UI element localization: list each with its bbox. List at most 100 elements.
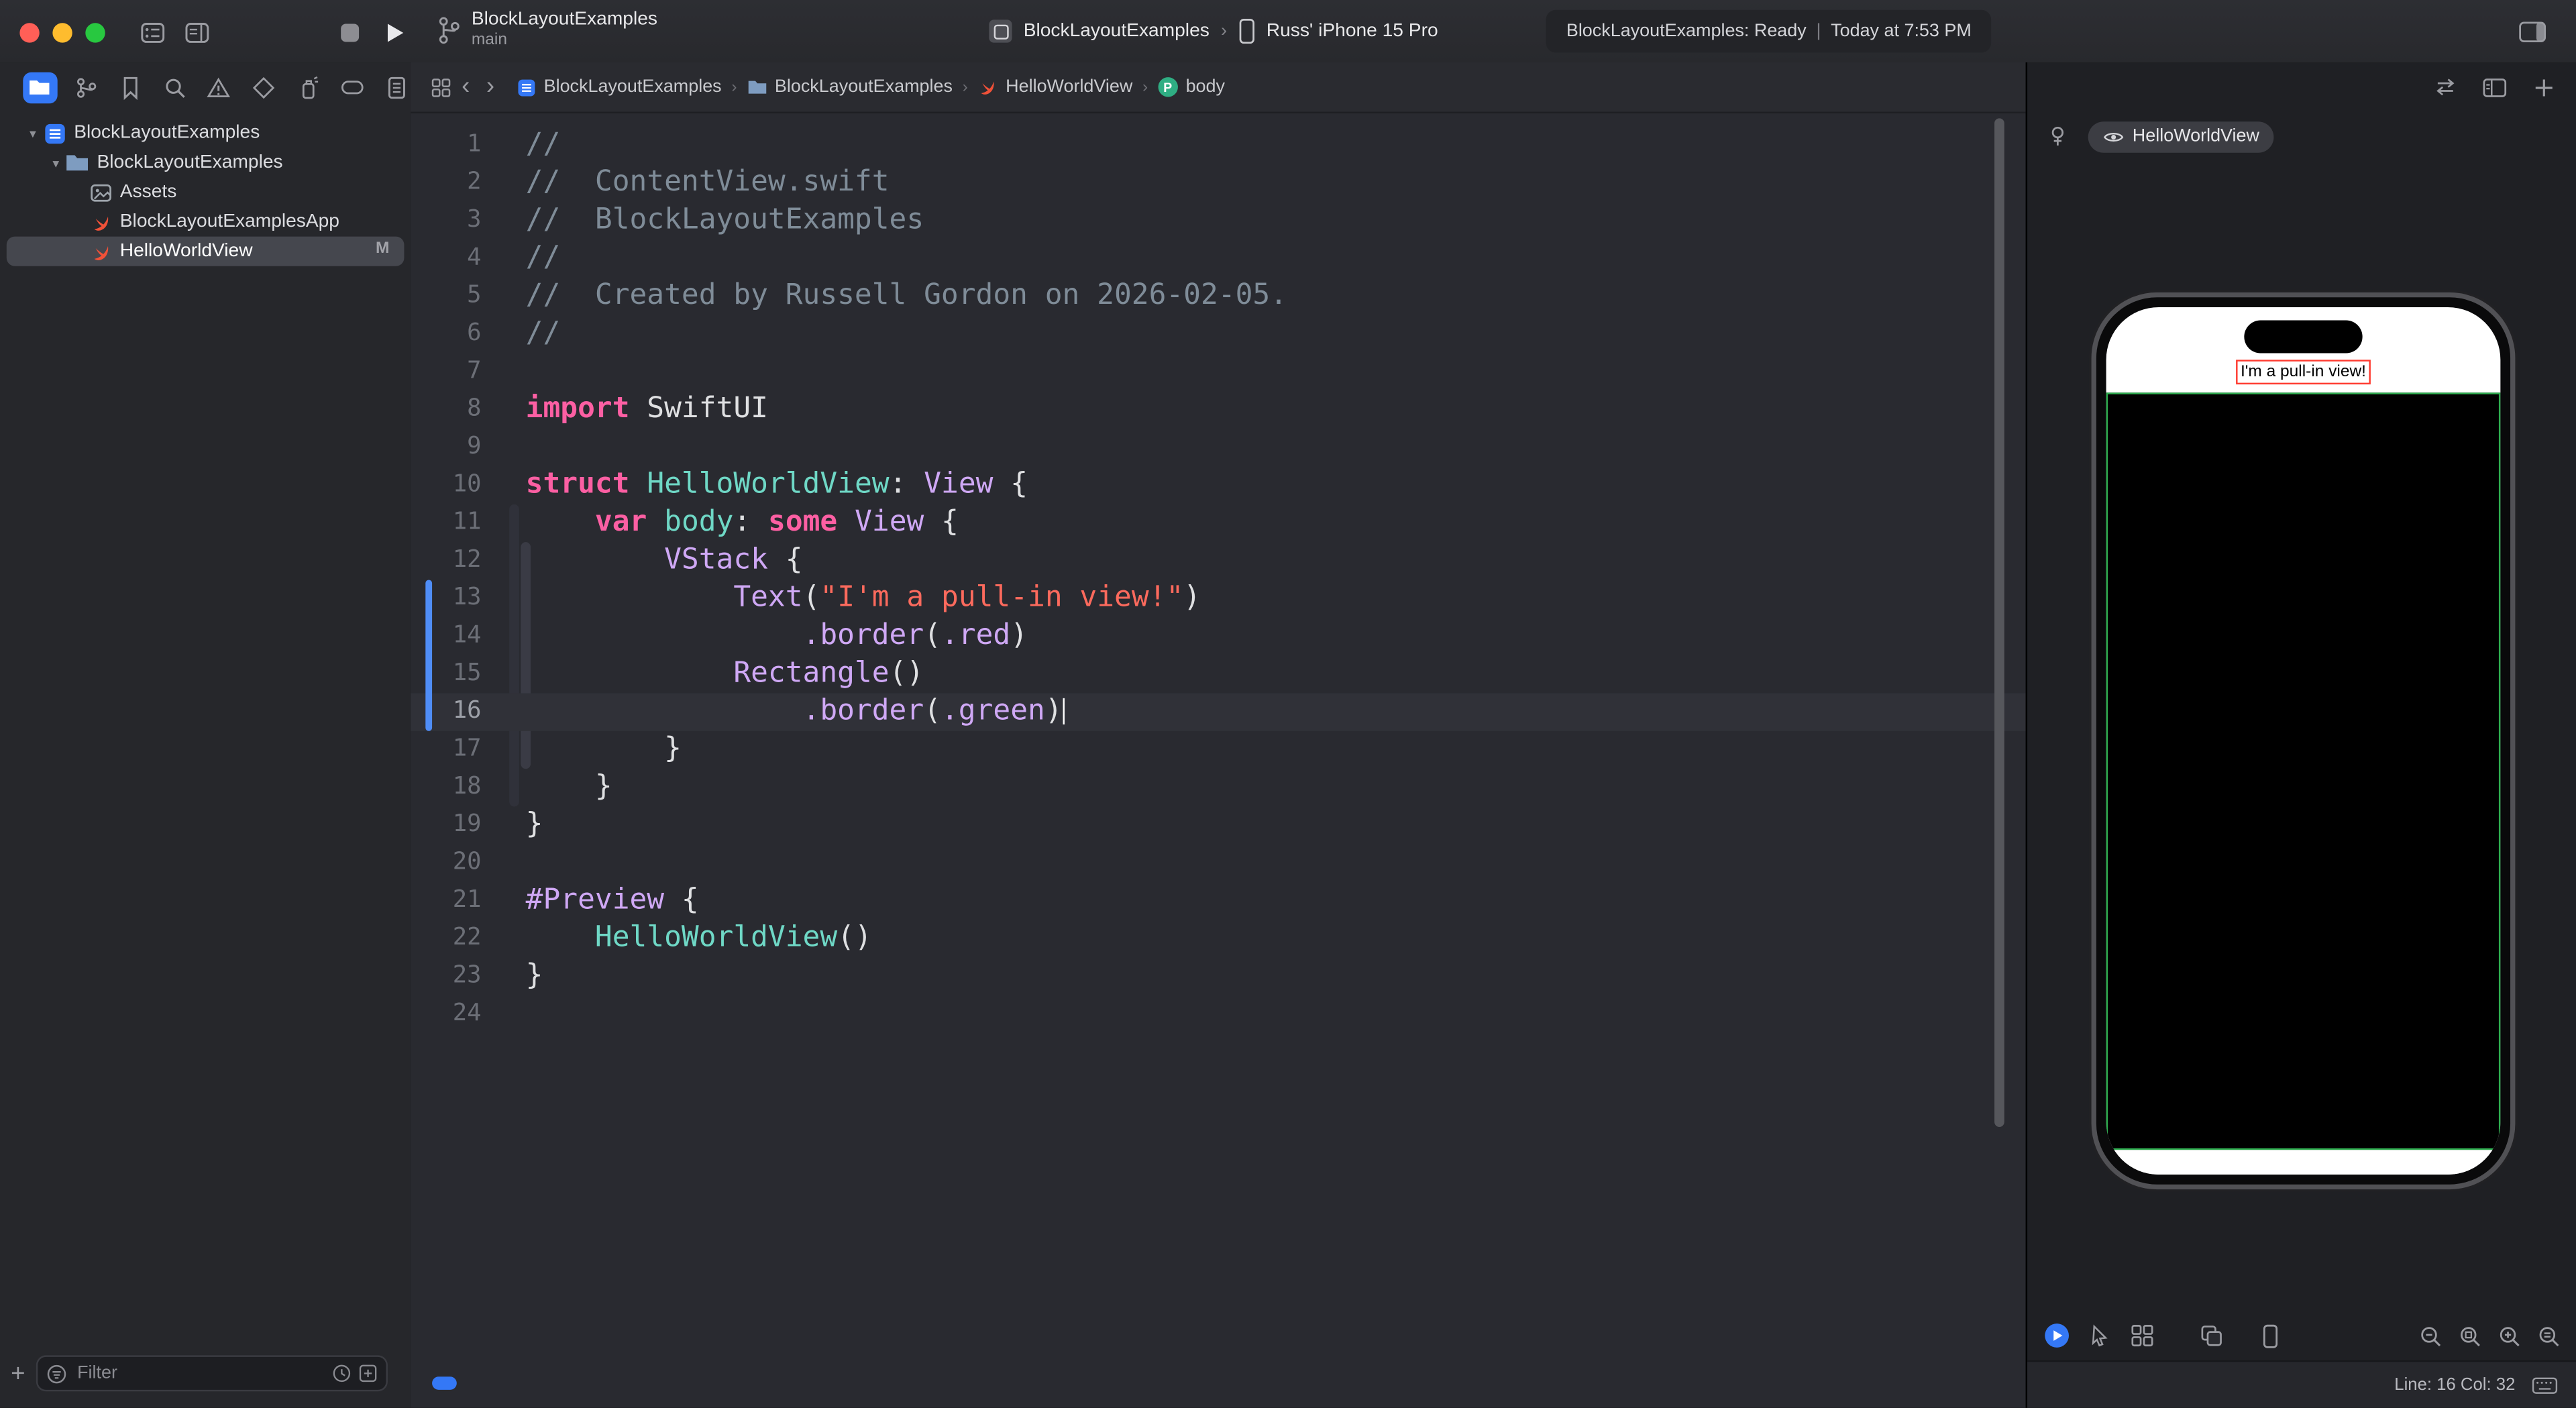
code-line[interactable]: 4// (411, 240, 2025, 278)
code-line[interactable]: 22 HelloWorldView() (411, 920, 2025, 957)
preview-name-label: HelloWorldView (2133, 127, 2259, 146)
line-number: 11 (411, 504, 481, 542)
tree-item-assets[interactable]: Assets (7, 177, 405, 207)
iphone-preview-device[interactable]: I'm a pull-in view! (2092, 292, 2516, 1189)
add-file-button[interactable]: + (0, 1360, 36, 1388)
source-control-navigator-icon[interactable] (72, 72, 101, 103)
bookmarks-navigator-icon[interactable] (116, 72, 146, 103)
code-text: } (482, 806, 543, 844)
zoom-out-icon[interactable] (2416, 1321, 2445, 1350)
color-scheme-button[interactable] (2196, 1321, 2224, 1350)
code-line[interactable]: 10struct HelloWorldView: View { (411, 467, 2025, 504)
device-settings-button[interactable] (2255, 1321, 2284, 1350)
run-button[interactable] (380, 18, 408, 46)
minimize-window-button[interactable] (52, 23, 72, 42)
code-line[interactable]: 19} (411, 806, 2025, 844)
line-number: 13 (411, 580, 481, 617)
code-line[interactable]: 14 .border(.red) (411, 618, 2025, 655)
code-line[interactable]: 11 var body: some View { (411, 504, 2025, 542)
tree-item-group[interactable]: ▾ BlockLayoutExamples (7, 148, 405, 177)
breadcrumb-label: BlockLayoutExamples (544, 77, 722, 97)
breadcrumb-label: body (1186, 77, 1225, 97)
dynamic-island (2244, 321, 2362, 354)
view-options-icon[interactable] (138, 18, 166, 46)
filter-field[interactable] (36, 1355, 388, 1391)
debug-navigator-icon[interactable] (292, 72, 322, 103)
code-line[interactable]: 2// ContentView.swift (411, 164, 2025, 202)
code-line[interactable]: 18 } (411, 769, 2025, 806)
breadcrumb-symbol[interactable]: P body (1158, 77, 1225, 97)
code-line[interactable]: 9 (411, 429, 2025, 466)
compose-editor-icon[interactable] (182, 18, 211, 46)
inspector-toggle-icon[interactable] (2518, 18, 2546, 46)
selectable-mode-button[interactable] (2085, 1321, 2113, 1350)
source-control-change-bar[interactable] (425, 580, 431, 730)
editor-swap-icon[interactable] (2432, 73, 2460, 101)
keyboard-icon[interactable] (2532, 1376, 2558, 1394)
editor-status-bar: Line: 16 Col: 32 (2027, 1360, 2576, 1408)
code-line[interactable]: 15 Rectangle() (411, 655, 2025, 693)
breakpoints-navigator-icon[interactable] (337, 72, 366, 103)
code-line[interactable]: 21#Preview { (411, 882, 2025, 920)
chevron-down-icon[interactable]: ▾ (46, 155, 66, 170)
zoom-in-icon[interactable] (2496, 1321, 2524, 1350)
code-text: // BlockLayoutExamples (482, 202, 924, 239)
project-navigator-icon[interactable] (23, 72, 56, 103)
editor-scrollbar[interactable] (1994, 118, 2004, 1127)
zoom-fit-icon[interactable] (2456, 1321, 2484, 1350)
code-line[interactable]: 12 VStack { (411, 542, 2025, 580)
tests-navigator-icon[interactable] (249, 72, 278, 103)
code-line[interactable]: 1// (411, 127, 2025, 164)
line-number: 15 (411, 655, 481, 693)
tree-item-selected-file[interactable]: HelloWorldView M (7, 237, 405, 266)
code-line[interactable]: 20 (411, 845, 2025, 882)
activity-viewer[interactable]: BlockLayoutExamples: Ready | Today at 7:… (1546, 10, 1991, 53)
scheme-destination-picker[interactable]: BlockLayoutExamples › Russ' iPhone 15 Pr… (989, 0, 1438, 62)
line-number: 23 (411, 958, 481, 995)
related-items-icon[interactable] (427, 74, 453, 100)
forward-button[interactable]: › (478, 74, 503, 100)
chevron-down-icon[interactable]: ▾ (23, 125, 42, 140)
line-number: 17 (411, 731, 481, 769)
zoom-window-button[interactable] (85, 23, 105, 42)
close-window-button[interactable] (19, 23, 39, 42)
code-line[interactable]: 17 } (411, 731, 2025, 769)
pin-icon[interactable] (2047, 125, 2068, 148)
source-control-filter-icon[interactable] (358, 1364, 378, 1383)
variants-button[interactable] (2127, 1321, 2155, 1350)
tree-item-app-file[interactable]: BlockLayoutExamplesApp (7, 207, 405, 237)
code-area[interactable]: 1//2// ContentView.swift3// BlockLayoutE… (411, 112, 2025, 1408)
line-number: 16 (411, 693, 481, 730)
reports-navigator-icon[interactable] (381, 72, 411, 103)
scheme-name-label: BlockLayoutExamples (1024, 21, 1210, 41)
code-line[interactable]: 16 .border(.green) (411, 693, 2025, 730)
stop-button[interactable] (335, 18, 364, 46)
code-line[interactable]: 6// (411, 315, 2025, 353)
find-navigator-icon[interactable] (160, 72, 190, 103)
line-number: 5 (411, 278, 481, 315)
source-control-summary[interactable]: BlockLayoutExamples main (437, 8, 657, 51)
code-line[interactable]: 13 Text("I'm a pull-in view!") (411, 580, 2025, 617)
project-icon (43, 121, 66, 144)
issues-navigator-icon[interactable] (205, 72, 234, 103)
filter-input[interactable] (74, 1362, 325, 1385)
breadcrumb-file[interactable]: HelloWorldView (978, 77, 1133, 97)
code-line[interactable]: 5// Created by Russell Gordon on 2026-02… (411, 278, 2025, 315)
zoom-actual-size-icon[interactable] (2535, 1321, 2563, 1350)
line-number: 18 (411, 769, 481, 806)
breadcrumb-group[interactable]: BlockLayoutExamples (747, 77, 953, 97)
code-line[interactable]: 24 (411, 995, 2025, 1033)
code-line[interactable]: 8import SwiftUI (411, 391, 2025, 429)
editor-options-icon[interactable] (2481, 73, 2509, 101)
code-text: Text("I'm a pull-in view!") (482, 580, 1201, 617)
back-button[interactable]: ‹ (453, 74, 478, 100)
preview-name-pill[interactable]: HelloWorldView (2088, 121, 2274, 152)
recent-files-icon[interactable] (332, 1364, 352, 1383)
add-editor-icon[interactable] (2530, 73, 2558, 101)
code-line[interactable]: 7 (411, 354, 2025, 391)
code-line[interactable]: 23} (411, 958, 2025, 995)
breadcrumb-project[interactable]: BlockLayoutExamples (516, 77, 722, 97)
live-preview-button[interactable] (2042, 1321, 2070, 1350)
code-line[interactable]: 3// BlockLayoutExamples (411, 202, 2025, 239)
tree-item-project-root[interactable]: ▾ BlockLayoutExamples (7, 118, 405, 148)
